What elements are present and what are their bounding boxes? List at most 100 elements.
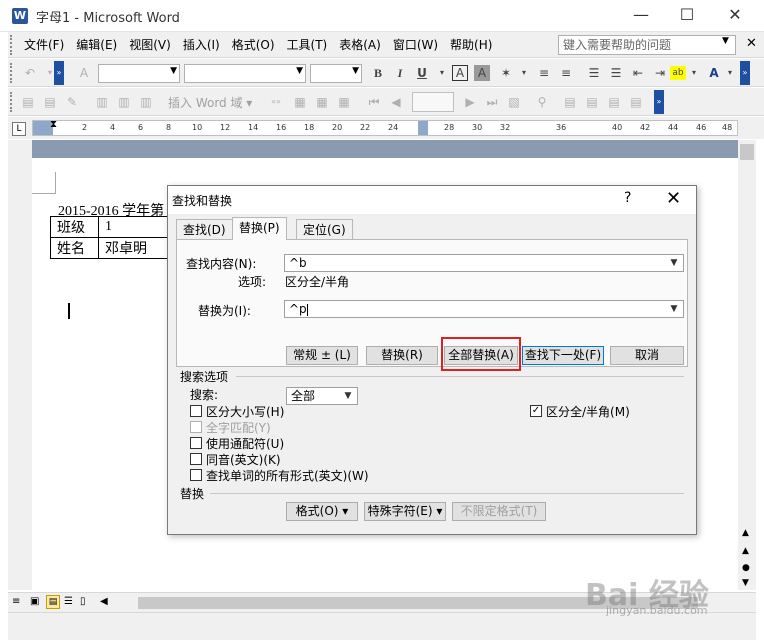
- menu-file[interactable]: 文件(F): [18, 32, 70, 58]
- chevron-down-icon[interactable]: ▼: [667, 301, 681, 317]
- menu-format[interactable]: 格式(O): [226, 32, 281, 58]
- replace-button[interactable]: 替换(R): [366, 346, 438, 365]
- last-record-icon[interactable]: ⏭: [482, 92, 502, 112]
- insert-address-icon[interactable]: ▥: [92, 92, 112, 112]
- next-page-icon[interactable]: ▼: [742, 578, 749, 588]
- char-shading-button[interactable]: A: [474, 65, 490, 81]
- vertical-scroll-thumb[interactable]: [740, 144, 754, 160]
- tab-find[interactable]: 查找(D): [176, 219, 233, 239]
- previous-page-icon[interactable]: ▲: [742, 546, 749, 556]
- dialog-title-bar[interactable]: 查找和替换 ? ✕: [168, 186, 696, 214]
- menu-grip[interactable]: [10, 35, 14, 55]
- indent-marker-icon[interactable]: ⧗: [50, 119, 57, 130]
- toolbar-options-chevron-icon[interactable]: »: [740, 61, 750, 85]
- table-cell[interactable]: 姓名: [50, 237, 99, 259]
- bulleted-list-icon[interactable]: ☰: [606, 63, 626, 83]
- font-color-button[interactable]: A: [704, 63, 724, 83]
- toolbar-options-chevron-icon[interactable]: »: [54, 61, 64, 85]
- replace-with-input[interactable]: ^p ▼: [284, 300, 684, 318]
- help-search-input[interactable]: 键入需要帮助的问题: [558, 35, 736, 55]
- dropdown-arrow-icon[interactable]: ▾: [724, 63, 736, 83]
- insert-word-field-button[interactable]: 插入 Word 域 ▾: [168, 94, 252, 111]
- sounds-like-checkbox[interactable]: [190, 453, 202, 465]
- table-cell[interactable]: 1: [98, 216, 169, 238]
- font-size-combo[interactable]: ▼: [310, 64, 362, 83]
- dropdown-arrow-icon[interactable]: ▾: [518, 63, 530, 83]
- right-indent-marker-icon[interactable]: [418, 121, 428, 135]
- print-layout-view-icon[interactable]: ▤: [46, 595, 60, 609]
- normal-view-icon[interactable]: ≡: [12, 596, 20, 607]
- dropdown-arrow-icon[interactable]: ▾: [436, 63, 448, 83]
- find-entry-icon[interactable]: ▧: [504, 92, 524, 112]
- style-combo[interactable]: ▼: [98, 64, 180, 83]
- propagate-labels-icon[interactable]: ▦: [334, 92, 354, 112]
- reading-view-icon[interactable]: ▯: [80, 596, 86, 607]
- match-case-checkbox[interactable]: [190, 405, 202, 417]
- numbered-list-icon[interactable]: ☰: [584, 63, 604, 83]
- dropdown-arrow-icon[interactable]: ▾: [688, 63, 700, 83]
- tab-goto[interactable]: 定位(G): [296, 219, 353, 239]
- main-document-icon[interactable]: ▤: [18, 92, 38, 112]
- word-app-icon[interactable]: W: [12, 8, 28, 24]
- table-cell[interactable]: 班级: [50, 216, 99, 238]
- chevron-down-icon[interactable]: ▼: [341, 388, 355, 404]
- document-table[interactable]: 班级 1 姓名 邓卓明: [50, 216, 169, 259]
- search-direction-select[interactable]: 全部 ▼: [286, 387, 358, 405]
- full-half-width-checkbox[interactable]: ✓: [530, 405, 542, 417]
- more-options-button[interactable]: 常规 ± (L): [286, 346, 358, 365]
- table-cell[interactable]: 邓卓明: [98, 237, 169, 259]
- check-errors-icon[interactable]: ⚲: [532, 92, 552, 112]
- vertical-ruler[interactable]: [8, 140, 32, 590]
- record-number-input[interactable]: [412, 92, 454, 112]
- scroll-left-icon[interactable]: ◀: [100, 596, 108, 607]
- tab-replace[interactable]: 替换(P): [232, 217, 287, 240]
- menu-window[interactable]: 窗口(W): [387, 32, 444, 58]
- maximize-button[interactable]: ☐: [664, 0, 710, 32]
- outline-view-icon[interactable]: ☰: [64, 596, 73, 607]
- find-what-input[interactable]: ^b ▼: [284, 254, 684, 272]
- dialog-help-button[interactable]: ?: [624, 190, 631, 206]
- insert-greeting-icon[interactable]: ▥: [114, 92, 134, 112]
- undo-icon[interactable]: ↶: [20, 63, 40, 83]
- next-record-icon[interactable]: ▶: [460, 92, 480, 112]
- insert-merge-field-icon[interactable]: ▥: [136, 92, 156, 112]
- vertical-scrollbar[interactable]: [738, 140, 756, 590]
- open-data-source-icon[interactable]: ▤: [40, 92, 60, 112]
- merge-to-email-icon[interactable]: ▤: [604, 92, 624, 112]
- wildcards-checkbox[interactable]: [190, 437, 202, 449]
- close-document-button[interactable]: ✕: [746, 36, 757, 51]
- merge-to-fax-icon[interactable]: ▤: [626, 92, 646, 112]
- align-justify-icon[interactable]: ≡: [534, 63, 554, 83]
- view-merged-data-icon[interactable]: «»: [266, 92, 286, 112]
- highlight-icon[interactable]: ab: [670, 66, 686, 80]
- decrease-indent-icon[interactable]: ⇤: [628, 63, 648, 83]
- menu-table[interactable]: 表格(A): [333, 32, 387, 58]
- previous-record-icon[interactable]: ◀: [386, 92, 406, 112]
- emphasis-icon[interactable]: ✶: [496, 63, 516, 83]
- menu-insert[interactable]: 插入(I): [177, 32, 226, 58]
- bold-button[interactable]: B: [368, 63, 388, 83]
- edit-recipients-icon[interactable]: ✎: [62, 92, 82, 112]
- format-button[interactable]: 格式(O) ▾: [286, 502, 358, 521]
- italic-button[interactable]: I: [390, 63, 410, 83]
- special-button[interactable]: 特殊字符(E) ▾: [364, 502, 446, 521]
- font-combo[interactable]: ▼: [184, 64, 306, 83]
- menu-edit[interactable]: 编辑(E): [70, 32, 123, 58]
- all-word-forms-checkbox[interactable]: [190, 469, 202, 481]
- toolbar-grip[interactable]: [10, 92, 14, 112]
- dialog-close-button[interactable]: ✕: [666, 188, 681, 209]
- web-view-icon[interactable]: ▣: [30, 596, 39, 607]
- merge-to-document-icon[interactable]: ▤: [560, 92, 580, 112]
- highlight-fields-icon[interactable]: ▦: [290, 92, 310, 112]
- toolbar-grip[interactable]: [10, 63, 14, 83]
- select-browse-object-icon[interactable]: ●: [742, 563, 750, 573]
- match-fields-icon[interactable]: ▦: [312, 92, 332, 112]
- minimize-button[interactable]: —: [618, 0, 664, 32]
- increase-indent-icon[interactable]: ⇥: [650, 63, 670, 83]
- first-record-icon[interactable]: ⏮: [364, 92, 384, 112]
- menu-tools[interactable]: 工具(T): [281, 32, 334, 58]
- menu-view[interactable]: 视图(V): [123, 32, 177, 58]
- merge-to-printer-icon[interactable]: ▤: [582, 92, 602, 112]
- close-window-button[interactable]: ✕: [712, 0, 758, 32]
- chevron-down-icon[interactable]: ▼: [667, 255, 681, 271]
